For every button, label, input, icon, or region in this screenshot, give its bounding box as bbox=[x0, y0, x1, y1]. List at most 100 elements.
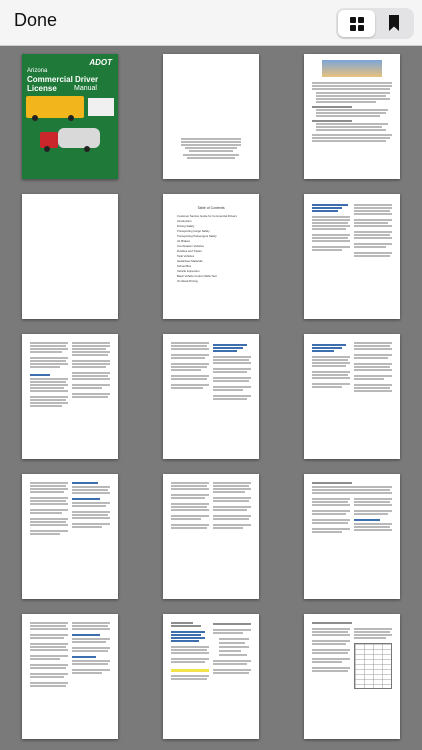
text-line bbox=[312, 207, 342, 209]
text-line bbox=[316, 109, 388, 111]
page-thumbnail-7[interactable] bbox=[22, 334, 118, 459]
text-line bbox=[354, 366, 390, 368]
page-thumbnail-1[interactable]: ADOT Arizona Commercial Driver License M… bbox=[22, 54, 118, 179]
page-thumbnail-10[interactable] bbox=[22, 474, 118, 599]
text-line bbox=[72, 489, 108, 491]
text-line bbox=[213, 350, 237, 352]
done-button[interactable]: Done bbox=[14, 10, 57, 31]
top-toolbar: Done bbox=[0, 0, 422, 46]
text-line bbox=[30, 384, 68, 386]
text-line bbox=[171, 348, 209, 350]
text-line bbox=[219, 654, 247, 656]
text-line bbox=[316, 95, 386, 97]
bookmarks-view-button[interactable] bbox=[375, 10, 412, 37]
text-line bbox=[30, 658, 60, 660]
text-line bbox=[171, 622, 193, 624]
text-line bbox=[72, 634, 100, 636]
truck-wheel bbox=[44, 146, 50, 152]
text-line bbox=[213, 356, 251, 358]
text-line bbox=[30, 342, 68, 344]
grid-view-button[interactable] bbox=[338, 10, 375, 37]
toc-heading: Table of Contents bbox=[197, 206, 225, 210]
text-line bbox=[219, 642, 245, 644]
text-line bbox=[213, 488, 251, 490]
text-line bbox=[171, 631, 205, 633]
text-line bbox=[213, 380, 249, 382]
text-line bbox=[30, 634, 68, 636]
toc-entry: Tank Vehicles bbox=[177, 254, 195, 258]
page-thumbnail-11[interactable] bbox=[163, 474, 259, 599]
text-line bbox=[187, 157, 235, 159]
text-line bbox=[354, 384, 392, 386]
text-line bbox=[312, 210, 338, 212]
page-thumbnail-4[interactable] bbox=[22, 194, 118, 319]
text-line bbox=[312, 140, 386, 142]
text-line bbox=[219, 646, 249, 648]
toc-entry: Transporting Passengers Safely bbox=[177, 234, 217, 238]
text-line bbox=[72, 650, 108, 652]
data-table-image bbox=[354, 643, 392, 689]
text-line bbox=[312, 377, 350, 379]
text-line bbox=[30, 673, 68, 675]
text-line bbox=[316, 129, 386, 131]
text-line bbox=[312, 228, 346, 230]
text-line bbox=[30, 649, 68, 651]
text-line bbox=[30, 405, 62, 407]
text-line bbox=[72, 393, 110, 395]
text-line bbox=[30, 363, 68, 365]
page-thumbnail-6[interactable] bbox=[304, 194, 400, 319]
text-line bbox=[72, 517, 110, 519]
text-line bbox=[171, 678, 207, 680]
text-line bbox=[312, 634, 350, 636]
page-thumbnail-12[interactable] bbox=[304, 474, 400, 599]
text-line bbox=[30, 351, 62, 353]
text-line bbox=[354, 342, 392, 344]
text-line bbox=[312, 631, 348, 633]
text-line bbox=[213, 629, 251, 631]
page-thumbnail-5[interactable]: Table of Contents Customer Service Guide… bbox=[163, 194, 259, 319]
text-line bbox=[171, 384, 209, 386]
text-line bbox=[171, 369, 201, 371]
toc-entry: School Bus bbox=[177, 264, 192, 268]
text-line bbox=[72, 656, 96, 658]
text-line bbox=[181, 144, 241, 146]
text-line bbox=[30, 396, 68, 398]
text-line bbox=[354, 504, 392, 506]
page-thumbnail-8[interactable] bbox=[163, 334, 259, 459]
text-line bbox=[72, 625, 108, 627]
page-thumbnail-15[interactable] bbox=[304, 614, 400, 739]
page-thumbnail-2[interactable] bbox=[163, 54, 259, 179]
text-line bbox=[213, 377, 251, 379]
grid-icon bbox=[349, 16, 364, 31]
page-thumbnail-14[interactable] bbox=[163, 614, 259, 739]
view-mode-segmented-control bbox=[336, 8, 414, 39]
text-line bbox=[312, 222, 348, 224]
page-thumbnail-13[interactable] bbox=[22, 614, 118, 739]
text-line bbox=[30, 524, 68, 526]
text-line bbox=[312, 82, 392, 84]
text-line bbox=[72, 672, 102, 674]
text-line bbox=[213, 509, 247, 511]
text-line bbox=[171, 345, 207, 347]
text-line bbox=[181, 138, 241, 140]
text-line bbox=[30, 643, 68, 645]
text-line bbox=[30, 348, 68, 350]
cover-title: Commercial Driver License bbox=[27, 75, 99, 93]
text-line bbox=[354, 222, 388, 224]
text-line bbox=[312, 510, 350, 512]
text-line bbox=[181, 141, 241, 143]
text-line bbox=[312, 356, 350, 358]
highlighted-text bbox=[171, 669, 209, 672]
text-line bbox=[219, 638, 249, 640]
text-line bbox=[213, 500, 249, 502]
page-thumbnail-3[interactable] bbox=[304, 54, 400, 179]
page-thumbnail-9[interactable] bbox=[304, 334, 400, 459]
text-line bbox=[213, 524, 251, 526]
text-line bbox=[30, 521, 66, 523]
text-line bbox=[213, 497, 251, 499]
text-line bbox=[171, 485, 207, 487]
text-line bbox=[171, 497, 205, 499]
text-line bbox=[72, 638, 110, 640]
toc-entry: Vehicle Inspection bbox=[177, 269, 200, 273]
text-line bbox=[312, 137, 390, 139]
